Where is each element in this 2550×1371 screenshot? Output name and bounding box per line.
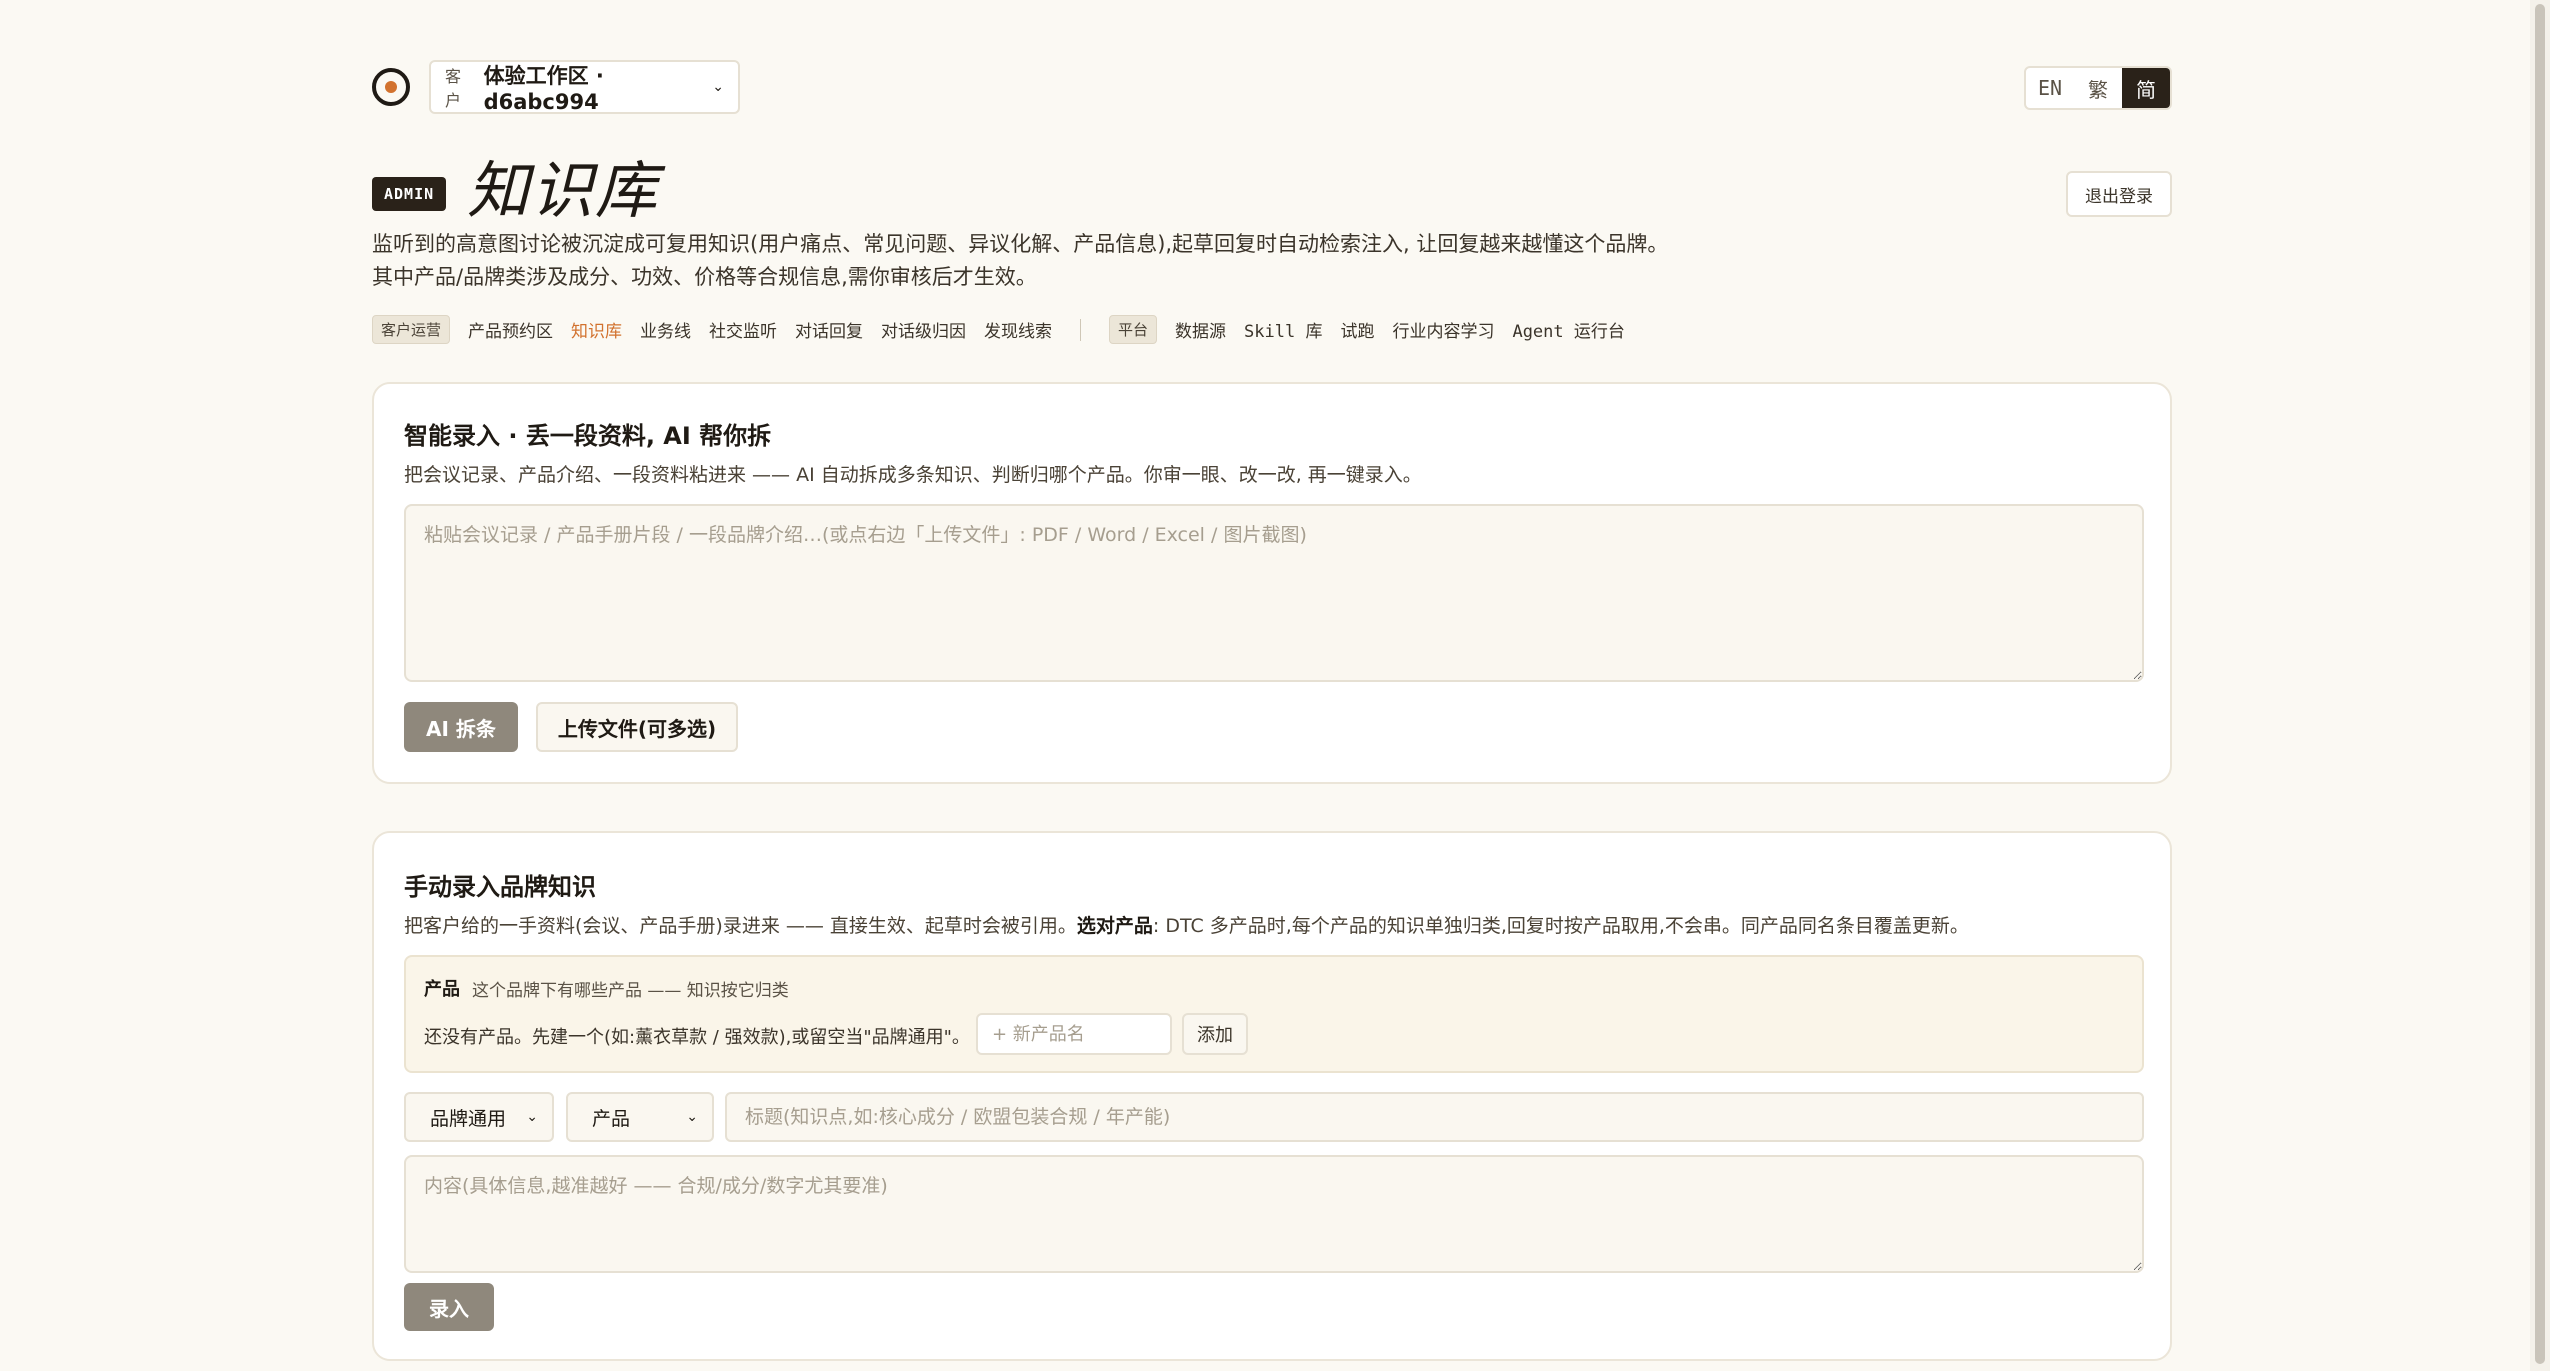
- scope-select[interactable]: 品牌通用 ⌄: [404, 1092, 554, 1142]
- nav-item-data-sources[interactable]: 数据源: [1175, 317, 1226, 342]
- submit-entry-button[interactable]: 录入: [404, 1283, 494, 1331]
- nav-divider: [1080, 318, 1082, 341]
- nav-item-discover-leads[interactable]: 发现线索: [984, 317, 1052, 342]
- nav-item-trial-run[interactable]: 试跑: [1340, 317, 1374, 342]
- upload-files-button[interactable]: 上传文件(可多选): [536, 702, 738, 752]
- manual-entry-title: 手动录入品牌知识: [404, 873, 596, 901]
- nav-item-knowledge-base[interactable]: 知识库: [571, 317, 622, 342]
- manual-entry-subtitle: 把客户给的一手资料(会议、产品手册)录进来 —— 直接生效、起草时会被引用。选对…: [404, 915, 1969, 937]
- smart-entry-subtitle: 把会议记录、产品介绍、一段资料粘进来 —— AI 自动拆成多条知识、判断归哪个产…: [404, 464, 1422, 486]
- lang-simplified-button[interactable]: 简: [2122, 68, 2170, 108]
- chevron-down-icon: ⌄: [712, 79, 724, 95]
- workspace-label: 客户: [445, 67, 462, 110]
- main-nav: 客户运营 产品预约区 知识库 业务线 社交监听 对话回复 对话级归因 发现线索 …: [372, 315, 1625, 344]
- nav-item-conversation-attribution[interactable]: 对话级归因: [881, 317, 966, 342]
- lang-traditional-button[interactable]: 繁: [2074, 68, 2122, 108]
- workspace-selector[interactable]: 客户 体验工作区 · d6abc994 ⌄: [429, 60, 740, 114]
- products-empty-text: 还没有产品。先建一个(如:薰衣草款 / 强效款),或留空当"品牌通用"。: [424, 1027, 970, 1048]
- knowledge-title-input[interactable]: [725, 1092, 2144, 1142]
- language-switcher: EN 繁 简: [2024, 66, 2172, 110]
- nav-item-product-booking[interactable]: 产品预约区: [468, 317, 553, 342]
- add-product-button[interactable]: 添加: [1182, 1013, 1248, 1055]
- lang-en-button[interactable]: EN: [2026, 68, 2074, 108]
- smart-entry-title: 智能录入 · 丢一段资料, AI 帮你拆: [404, 422, 772, 450]
- nav-item-conversation-reply[interactable]: 对话回复: [795, 317, 863, 342]
- chevron-down-icon: ⌄: [686, 1109, 698, 1125]
- logout-button[interactable]: 退出登录: [2066, 171, 2172, 217]
- nav-item-agent-console[interactable]: Agent 运行台: [1512, 317, 1624, 342]
- smart-entry-textarea[interactable]: [404, 504, 2144, 682]
- nav-item-business-lines[interactable]: 业务线: [640, 317, 691, 342]
- products-panel: 产品 这个品牌下有哪些产品 —— 知识按它归类 还没有产品。先建一个(如:薰衣草…: [404, 955, 2144, 1073]
- products-label: 产品: [424, 979, 460, 1000]
- chevron-down-icon: ⌄: [526, 1109, 538, 1125]
- type-select-value: 产品: [592, 1107, 631, 1130]
- page-description: 监听到的高意图讨论被沉淀成可复用知识(用户痛点、常见问题、异议化解、产品信息),…: [372, 232, 1669, 289]
- nav-item-industry-learning[interactable]: 行业内容学习: [1392, 317, 1494, 342]
- nav-item-skill-library[interactable]: Skill 库: [1244, 317, 1322, 342]
- nav-group-platform: 平台: [1109, 315, 1158, 344]
- scope-select-value: 品牌通用: [430, 1107, 507, 1130]
- new-product-input[interactable]: [976, 1013, 1172, 1055]
- type-select[interactable]: 产品 ⌄: [566, 1092, 714, 1142]
- products-hint: 这个品牌下有哪些产品 —— 知识按它归类: [472, 981, 789, 1001]
- nav-item-social-listening[interactable]: 社交监听: [709, 317, 777, 342]
- knowledge-content-textarea[interactable]: [404, 1155, 2144, 1273]
- logo-icon[interactable]: [372, 68, 410, 106]
- admin-badge: ADMIN: [372, 177, 447, 211]
- page-title: 知识库: [467, 154, 660, 227]
- smart-entry-card: 智能录入 · 丢一段资料, AI 帮你拆 把会议记录、产品介绍、一段资料粘进来 …: [372, 382, 2172, 784]
- manual-entry-card: 手动录入品牌知识 把客户给的一手资料(会议、产品手册)录进来 —— 直接生效、起…: [372, 831, 2172, 1361]
- page-scrollbar[interactable]: [2530, 0, 2550, 1371]
- nav-group-customer-ops: 客户运营: [372, 315, 451, 344]
- workspace-value: 体验工作区 · d6abc994: [483, 64, 604, 114]
- scrollbar-thumb[interactable]: [2535, 4, 2545, 1364]
- ai-split-button[interactable]: AI 拆条: [404, 702, 518, 752]
